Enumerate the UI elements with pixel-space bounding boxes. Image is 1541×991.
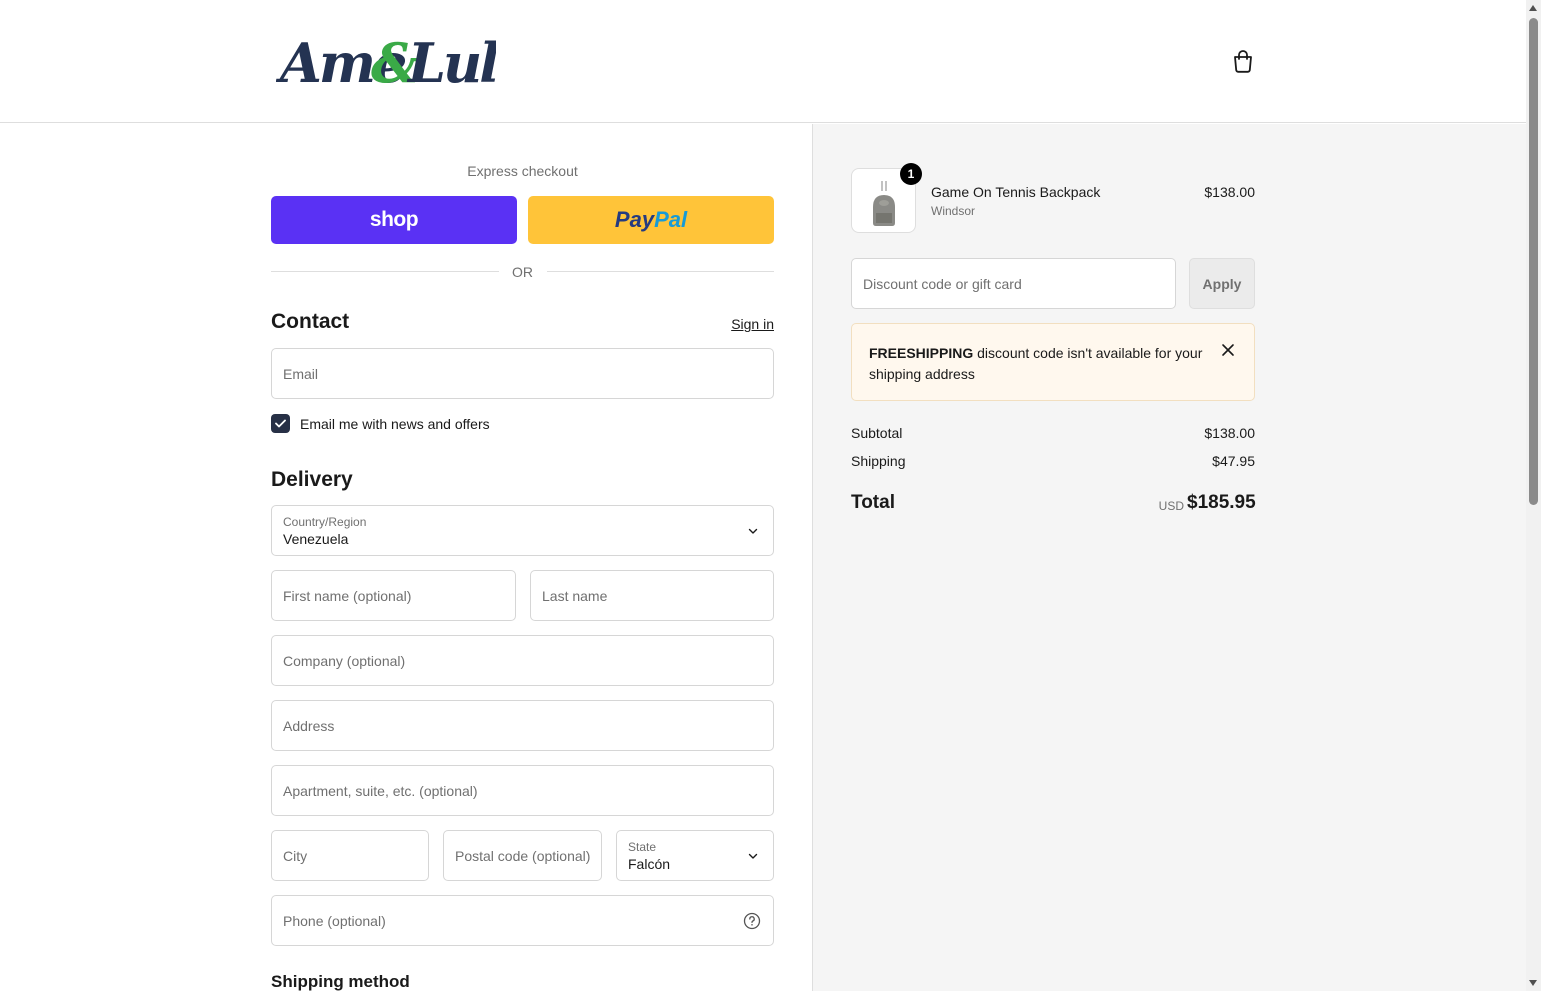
city-input[interactable]	[272, 831, 428, 880]
help-circle-icon[interactable]	[743, 912, 761, 930]
subtotal-label: Subtotal	[851, 425, 903, 441]
country-value: Venezuela	[283, 531, 349, 547]
sign-in-link[interactable]: Sign in	[700, 316, 774, 332]
svg-text:Lulu: Lulu	[406, 31, 496, 95]
scrollbar-thumb[interactable]	[1529, 18, 1538, 505]
first-name-input[interactable]	[272, 571, 515, 620]
shipping-value: $47.95	[1212, 453, 1255, 469]
close-icon[interactable]	[1221, 343, 1235, 357]
country-select[interactable]: Country/Region Venezuela	[271, 505, 774, 556]
discount-code-input[interactable]	[852, 259, 1175, 308]
state-select[interactable]: State Falcón	[616, 830, 774, 881]
delivery-heading: Delivery	[271, 468, 353, 491]
paypal-button[interactable]: Pay Pal	[528, 196, 774, 244]
shop-pay-button[interactable]: shop	[271, 196, 517, 244]
newsletter-label: Email me with news and offers	[300, 416, 490, 432]
shop-pay-label: shop	[369, 208, 419, 231]
discount-code: FREESHIPPING	[869, 345, 974, 361]
shipping-method-heading: Shipping method	[271, 972, 410, 991]
total-currency: USD	[1158, 499, 1184, 513]
address-input[interactable]	[272, 701, 773, 750]
email-field	[271, 348, 774, 399]
total-value: $185.95	[1187, 492, 1256, 513]
postal-code-field	[443, 830, 602, 881]
order-summary	[812, 124, 1526, 991]
product-variant: Windsor	[931, 204, 976, 218]
discount-notice: FREESHIPPING discount code isn't availab…	[851, 323, 1255, 401]
product-price: $138.00	[1204, 184, 1255, 200]
product-name: Game On Tennis Backpack	[931, 184, 1101, 200]
country-label: Country/Region	[283, 515, 367, 529]
chevron-down-icon	[748, 853, 758, 859]
contact-heading: Contact	[271, 310, 350, 333]
site-header: Ame & Lulu	[0, 0, 1526, 123]
last-name-field	[530, 570, 774, 621]
or-label: OR	[512, 264, 533, 280]
checkmark-icon	[275, 419, 286, 428]
paypal-pal-label: Pal	[654, 207, 688, 232]
first-name-field	[271, 570, 516, 621]
or-divider: OR	[271, 262, 774, 282]
company-field	[271, 635, 774, 686]
address-field	[271, 700, 774, 751]
phone-input[interactable]	[272, 896, 773, 945]
subtotal-row: Subtotal $138.00	[851, 425, 1255, 445]
quantity-badge: 1	[900, 163, 922, 185]
apartment-field	[271, 765, 774, 816]
newsletter-checkbox[interactable]	[271, 414, 290, 433]
shipping-row: Shipping $47.95	[851, 453, 1255, 473]
phone-field	[271, 895, 774, 946]
apartment-input[interactable]	[272, 766, 773, 815]
last-name-input[interactable]	[531, 571, 773, 620]
scroll-down-arrow-icon[interactable]	[1529, 980, 1537, 986]
shopping-bag-icon[interactable]	[1230, 48, 1256, 74]
state-value: Falcón	[628, 856, 671, 872]
discount-code-field	[851, 258, 1176, 309]
city-field	[271, 830, 429, 881]
company-input[interactable]	[272, 636, 773, 685]
email-input[interactable]	[272, 349, 773, 398]
express-checkout-label: Express checkout	[467, 163, 578, 179]
scroll-up-arrow-icon[interactable]	[1529, 5, 1537, 11]
chevron-down-icon	[748, 528, 758, 534]
subtotal-value: $138.00	[1204, 425, 1255, 441]
logo-wordmark-icon: Ame & Lulu	[275, 31, 537, 95]
state-label: State	[628, 840, 657, 854]
apply-discount-button[interactable]: Apply	[1189, 258, 1255, 309]
brand-logo[interactable]: Ame & Lulu	[275, 20, 537, 102]
shipping-label: Shipping	[851, 453, 906, 469]
paypal-pay-label: Pay	[614, 207, 655, 232]
postal-code-input[interactable]	[444, 831, 601, 880]
discount-notice-text: FREESHIPPING discount code isn't availab…	[869, 343, 1209, 385]
total-label: Total	[851, 492, 895, 513]
page-scrollbar[interactable]	[1526, 0, 1541, 991]
